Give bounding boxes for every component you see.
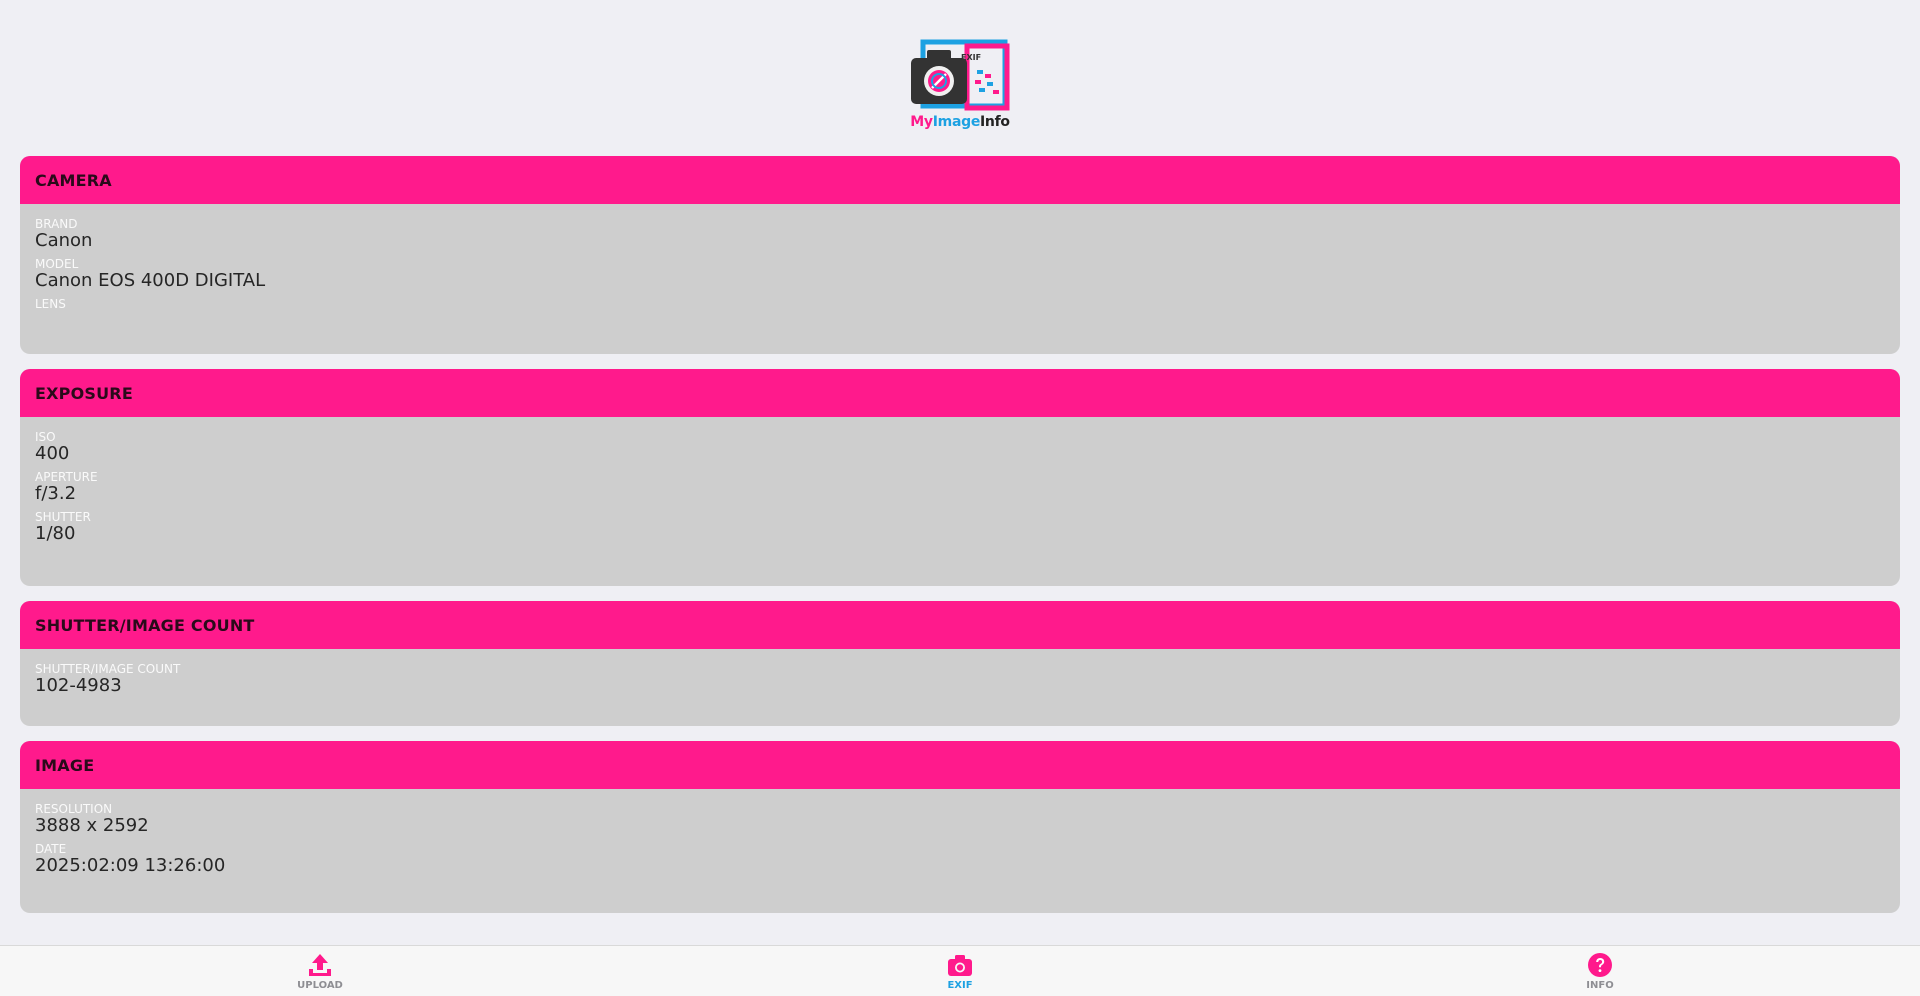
field-shutter-count: SHUTTER/IMAGE COUNT 102-4983: [35, 663, 1885, 696]
logo-text-my: My: [910, 114, 933, 130]
tab-bar: UPLOAD EXIF INFO: [0, 945, 1920, 996]
field-label: MODEL: [35, 257, 79, 271]
section-header: IMAGE: [20, 741, 1900, 789]
field-brand: BRAND Canon: [35, 218, 1885, 251]
field-aperture: APERTURE f/3.2: [35, 471, 1885, 504]
field-value: 3888 x 2592: [35, 815, 149, 836]
section-camera: CAMERA BRAND Canon MODEL Canon EOS 400D …: [20, 156, 1900, 354]
tab-exif[interactable]: EXIF: [900, 952, 1020, 991]
upload-icon: [309, 954, 331, 976]
field-lens: LENS: [35, 298, 1885, 326]
field-iso: ISO 400: [35, 431, 1885, 464]
field-label: LENS: [35, 297, 66, 311]
question-icon: [1588, 953, 1612, 977]
logo-text-info: Info: [980, 114, 1010, 130]
field-label: APERTURE: [35, 470, 98, 484]
field-model: MODEL Canon EOS 400D DIGITAL: [35, 258, 1885, 291]
tab-info[interactable]: INFO: [1540, 952, 1660, 991]
field-value: f/3.2: [35, 483, 77, 504]
section-image: IMAGE RESOLUTION 3888 x 2592 DATE 2025:0…: [20, 741, 1900, 913]
logo-text-image: Image: [932, 114, 981, 130]
field-value: Canon EOS 400D DIGITAL: [35, 270, 266, 291]
field-label: DATE: [35, 842, 67, 856]
logo-camera-icon: EXIF: [905, 36, 1015, 116]
app-logo: EXIF MyImageInfo: [0, 36, 1920, 136]
field-value: Canon: [35, 230, 93, 251]
section-header: CAMERA: [20, 156, 1900, 204]
tab-label: EXIF: [947, 980, 973, 991]
section-header: SHUTTER/IMAGE COUNT: [20, 601, 1900, 649]
field-date: DATE 2025:02:09 13:26:00: [35, 843, 1885, 876]
logo-wordmark: MyImageInfo: [910, 114, 1010, 130]
field-label: RESOLUTION: [35, 802, 113, 816]
section-shutter-count: SHUTTER/IMAGE COUNT SHUTTER/IMAGE COUNT …: [20, 601, 1900, 726]
field-label: SHUTTER: [35, 510, 91, 524]
field-label: ISO: [35, 430, 56, 444]
field-value: 400: [35, 443, 70, 464]
field-value: 102-4983: [35, 675, 122, 696]
field-label: BRAND: [35, 217, 78, 231]
section-header: EXPOSURE: [20, 369, 1900, 417]
field-shutter: SHUTTER 1/80: [35, 511, 1885, 544]
logo-badge: EXIF: [961, 53, 981, 62]
camera-icon: [948, 955, 972, 976]
field-value: 2025:02:09 13:26:00: [35, 855, 226, 876]
exif-sections: CAMERA BRAND Canon MODEL Canon EOS 400D …: [20, 156, 1900, 928]
field-label: SHUTTER/IMAGE COUNT: [35, 662, 181, 676]
tab-label: INFO: [1586, 980, 1614, 991]
section-exposure: EXPOSURE ISO 400 APERTURE f/3.2 SHUTTER …: [20, 369, 1900, 586]
field-value: 1/80: [35, 523, 76, 544]
tab-upload[interactable]: UPLOAD: [260, 952, 380, 991]
field-resolution: RESOLUTION 3888 x 2592: [35, 803, 1885, 836]
tab-label: UPLOAD: [297, 980, 343, 991]
